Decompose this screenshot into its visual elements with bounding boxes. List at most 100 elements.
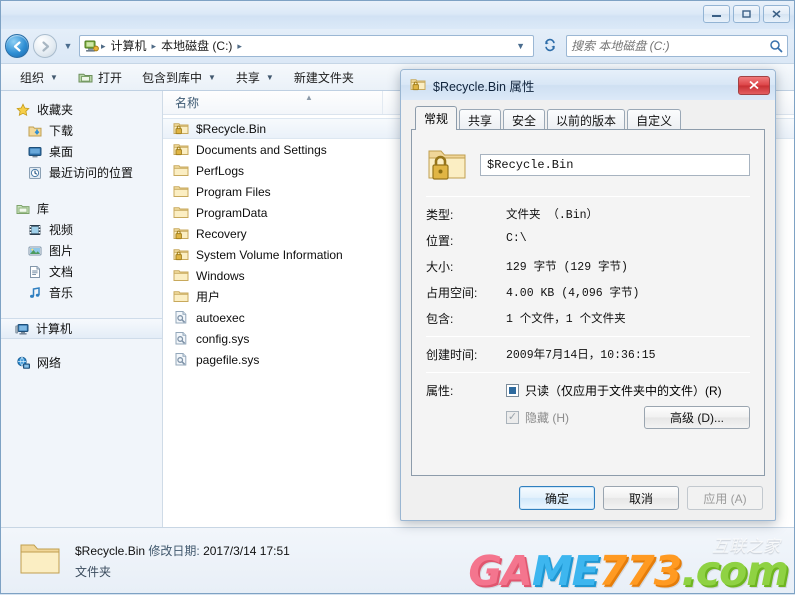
toolbar-organize[interactable]: 组织 ▼: [11, 66, 67, 89]
chevron-down-icon[interactable]: ▼: [510, 41, 531, 51]
attributes-row: 属性: 只读（仅应用于文件夹中的文件）(R) 隐藏 (H) 高级 (D)...: [426, 382, 750, 429]
sidebar-item-desktop[interactable]: 桌面: [1, 141, 162, 162]
toolbar-new-folder[interactable]: 新建文件夹: [285, 66, 363, 89]
tab-security[interactable]: 安全: [503, 109, 546, 130]
breadcrumb-separator[interactable]: ▸: [236, 41, 243, 52]
property-label: 位置:: [426, 234, 454, 248]
folder-icon: [173, 289, 189, 305]
sidebar-item-label: 网络: [37, 356, 62, 370]
sidebar-item-music[interactable]: 音乐: [1, 282, 162, 303]
maximize-icon[interactable]: [733, 5, 760, 23]
refresh-button[interactable]: [538, 38, 562, 55]
general-tab-panel: 类型: 文件夹 （.Bin） 位置: C:\ 大小: 129 字节 (129 字…: [411, 129, 765, 476]
property-value: 4.00 KB (4,096 字节): [506, 287, 640, 300]
property-value: 2009年7月14日，10:36:15: [506, 349, 656, 362]
close-icon[interactable]: [738, 75, 770, 95]
video-icon: [27, 222, 43, 238]
file-name: pagefile.sys: [196, 352, 260, 367]
search-icon[interactable]: [769, 39, 783, 53]
property-value: 129 字节 (129 字节): [506, 261, 628, 274]
sidebar-item-favorites[interactable]: 收藏夹: [1, 99, 162, 120]
breadcrumb-local-disk[interactable]: 本地磁盘 (C:): [157, 36, 236, 56]
advanced-button[interactable]: 高级 (D)...: [644, 406, 750, 429]
tab-label: 自定义: [636, 113, 673, 128]
tab-sharing[interactable]: 共享: [459, 109, 502, 130]
address-bar[interactable]: ▸ 计算机 ▸ 本地磁盘 (C:) ▸ ▼: [79, 35, 534, 57]
folder-icon: [173, 163, 189, 179]
minimize-icon[interactable]: [703, 5, 730, 23]
music-icon: [27, 285, 43, 301]
file-name: Program Files: [196, 184, 271, 199]
tab-previous-versions[interactable]: 以前的版本: [547, 109, 626, 130]
hidden-checkbox: [506, 411, 519, 424]
toolbar-open[interactable]: 打开: [69, 66, 131, 89]
folder-name-input[interactable]: [480, 154, 750, 176]
toolbar-include-in-library[interactable]: 包含到库中 ▼: [133, 66, 225, 89]
folder-icon: [19, 540, 61, 581]
sidebar-item-label: 收藏夹: [37, 103, 74, 117]
sidebar-item-label: 文档: [49, 265, 74, 279]
sidebar-item-documents[interactable]: 文档: [1, 261, 162, 282]
tab-label: 安全: [512, 113, 537, 128]
computer-icon: [82, 38, 100, 54]
property-row-size-on-disk: 占用空间: 4.00 KB (4,096 字节): [426, 284, 750, 301]
sidebar-group-favorites: 收藏夹 下载 桌面 最近访问的位置: [1, 99, 162, 183]
locked-folder-icon: [410, 77, 426, 93]
locked-folder-icon: [173, 142, 189, 158]
close-icon[interactable]: [763, 5, 790, 23]
history-dropdown-button[interactable]: ▼: [61, 41, 75, 51]
sidebar-item-recent-places[interactable]: 最近访问的位置: [1, 162, 162, 183]
file-name: Documents and Settings: [196, 142, 327, 157]
tab-general[interactable]: 常规: [415, 106, 458, 130]
sidebar-item-pictures[interactable]: 图片: [1, 240, 162, 261]
details-pane: $Recycle.Bin 修改日期: 2017/3/14 17:51 文件夹: [1, 527, 794, 593]
attributes-label: 属性:: [426, 384, 454, 398]
search-input[interactable]: [571, 39, 769, 53]
star-icon: [15, 102, 31, 118]
forward-button[interactable]: [33, 34, 57, 58]
sidebar-item-label: 最近访问的位置: [49, 166, 134, 180]
tab-customize[interactable]: 自定义: [627, 109, 682, 130]
recent-places-icon: [27, 165, 43, 181]
system-file-icon: [173, 352, 189, 368]
sidebar-item-network[interactable]: 网络: [1, 352, 162, 373]
system-file-icon: [173, 310, 189, 326]
readonly-checkbox[interactable]: [506, 384, 519, 397]
locked-folder-icon: [173, 121, 189, 137]
tab-label: 以前的版本: [556, 113, 617, 128]
open-folder-icon: [78, 69, 94, 85]
cancel-button[interactable]: 取消: [603, 486, 679, 510]
property-label: 大小:: [426, 260, 454, 274]
computer-icon: [14, 321, 30, 337]
details-text: $Recycle.Bin 修改日期: 2017/3/14 17:51 文件夹: [75, 542, 290, 580]
sidebar-item-downloads[interactable]: 下载: [1, 120, 162, 141]
sidebar-item-computer[interactable]: 计算机: [1, 318, 162, 339]
ok-button[interactable]: 确定: [519, 486, 595, 510]
sidebar-item-videos[interactable]: 视频: [1, 219, 162, 240]
readonly-checkbox-row[interactable]: 只读（仅应用于文件夹中的文件）(R): [506, 382, 750, 399]
sidebar-group-libraries: 库 视频 图片 文档 音乐: [1, 198, 162, 303]
sidebar-item-label: 视频: [49, 223, 74, 237]
property-label: 包含:: [426, 312, 454, 326]
breadcrumb-computer[interactable]: 计算机: [107, 36, 151, 56]
sidebar-item-libraries[interactable]: 库: [1, 198, 162, 219]
file-name: Windows: [196, 268, 245, 283]
tab-label: 共享: [468, 113, 493, 128]
details-primary-line: $Recycle.Bin 修改日期: 2017/3/14 17:51: [75, 542, 290, 559]
toolbar-share[interactable]: 共享 ▼: [227, 66, 283, 89]
hidden-label: 隐藏 (H): [525, 411, 569, 425]
documents-icon: [27, 264, 43, 280]
sidebar-item-label: 桌面: [49, 145, 74, 159]
property-row-contains: 包含: 1 个文件，1 个文件夹: [426, 310, 750, 327]
search-box[interactable]: [566, 35, 788, 57]
property-value: C:\: [506, 232, 527, 245]
file-name: config.sys: [196, 331, 250, 346]
toolbar-new-folder-label: 新建文件夹: [293, 70, 354, 85]
back-button[interactable]: [5, 34, 29, 58]
folder-icon: [173, 205, 189, 221]
details-file-name: $Recycle.Bin: [75, 543, 146, 558]
column-header-name[interactable]: 名称: [163, 91, 383, 114]
dialog-titlebar: $Recycle.Bin 属性: [401, 70, 775, 100]
navigation-sidebar: 收藏夹 下载 桌面 最近访问的位置 库 视频 图片 文档 音乐 计算机 网络: [1, 91, 163, 527]
desktop-icon: [27, 144, 43, 160]
